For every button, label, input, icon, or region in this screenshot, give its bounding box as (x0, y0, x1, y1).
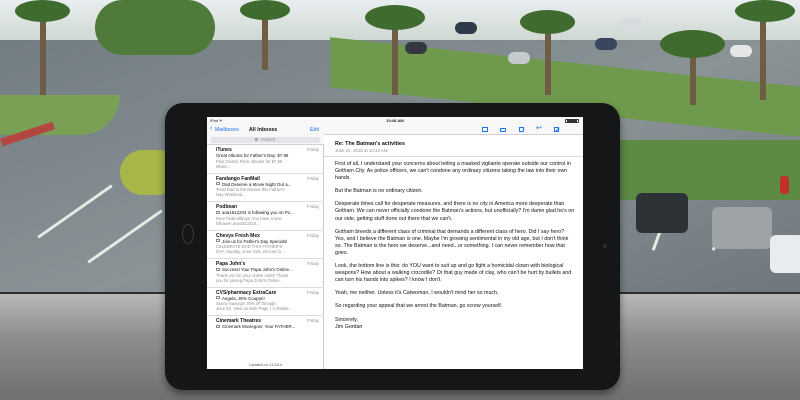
inbox-tray-icon (216, 182, 220, 186)
message-paragraph: But the Batman is no ordinary citizen. (335, 188, 423, 195)
hedge (600, 140, 800, 200)
inbox-title: All Inboxes (249, 127, 278, 133)
message-timestamp: June 22, 2015 at 10:33 AM (335, 147, 388, 153)
palm-fronds (365, 5, 425, 30)
inbox-tray-icon (216, 267, 220, 271)
message-body: First of all, I understand your concerns… (335, 161, 575, 331)
message-list-item[interactable]: Cinemark Theatres Friday Cinemark Movieg… (207, 316, 324, 345)
palm-fronds (240, 0, 290, 20)
message-reader-pane: ↩ Re: The Batman's activities June 22, 2… (324, 124, 583, 369)
tree-cluster (95, 0, 215, 55)
message-paragraph: Desperate times call for desperate measu… (335, 201, 575, 222)
palm-trunk (40, 15, 46, 95)
status-bar: iPad ✈︎ 10:08 AM (207, 117, 583, 124)
parked-car (405, 42, 427, 54)
flag-icon[interactable] (482, 127, 488, 132)
palm-fronds (520, 10, 575, 34)
message-date: Friday (307, 204, 319, 210)
inbox-tray-icon (216, 210, 220, 214)
inbox-tray-icon (216, 296, 220, 300)
palm-trunk (392, 20, 398, 95)
message-list-item[interactable]: iTunes Friday Great Albums for Father's … (207, 145, 324, 174)
message-preview: you for joining Papa John's Online... (216, 277, 283, 283)
message-header: Re: The Batman's activities June 22, 201… (324, 135, 583, 157)
back-chevron-icon[interactable]: ‹ (210, 125, 212, 133)
message-preview: follower! ana1612234... (216, 220, 260, 226)
parked-car (636, 193, 688, 233)
camera-lens (603, 244, 607, 248)
message-sender: Papa John's (216, 261, 246, 267)
message-signature: Jim Gordan (335, 323, 363, 330)
search-bar: Search (207, 135, 324, 145)
message-date: Friday (307, 318, 319, 324)
battery-icon (565, 118, 579, 123)
search-placeholder: Search (261, 137, 276, 143)
palm-fronds (735, 0, 795, 22)
message-preview: DAY, Sunday, June 21st, we love D... (216, 249, 285, 254)
message-sender: Fandango FanMail (216, 175, 260, 182)
ipad-screen: iPad ✈︎ 10:08 AM ‹ Mailboxes All Inboxes… (207, 117, 583, 369)
message-preview: Day Weekend... (216, 192, 246, 197)
inbox-nav-bar: ‹ Mailboxes All Inboxes Edit (207, 124, 324, 135)
fire-hydrant (780, 176, 789, 194)
status-time: 10:08 AM (386, 118, 404, 123)
parked-car (712, 207, 772, 249)
message-sender: Cinemark Theatres (216, 318, 262, 324)
message-list-item[interactable]: CVS/pharmacy ExtraCare Friday Angela, 30… (207, 288, 324, 316)
message-date: Friday (307, 289, 319, 295)
message-subject: Cinemark Moviegoer, Your FATHER... (222, 324, 296, 330)
message-list-item[interactable]: Chevys Fresh Mex Friday Join us for Fath… (207, 231, 324, 259)
home-button-icon[interactable] (182, 224, 194, 244)
message-subject-title: Re: The Batman's activities (335, 141, 405, 147)
message-date: Friday (307, 232, 319, 238)
parked-car (508, 52, 530, 64)
parked-car (455, 22, 477, 34)
message-sender: Chevys Fresh Mex (216, 232, 260, 239)
reply-icon[interactable]: ↩ (536, 125, 542, 133)
message-preview: Music... (216, 163, 231, 169)
message-list-item[interactable]: Fandango FanMail Friday Dad Deserve a Mo… (207, 174, 324, 202)
parked-car (770, 235, 800, 273)
message-sender: CVS/pharmacy ExtraCare (216, 289, 277, 296)
message-toolbar: ↩ (324, 124, 583, 135)
message-paragraph: Yeah, me neither. Unless it's Catwoman, … (335, 290, 499, 297)
message-date: Friday (307, 175, 319, 181)
message-signoff: Sincerely, (335, 316, 358, 323)
message-paragraph: Look, the bottom line is this: do YOU wa… (335, 263, 572, 284)
search-icon (255, 137, 259, 142)
parked-car (620, 18, 642, 30)
message-date: Friday (307, 261, 319, 267)
search-input[interactable]: Search (211, 136, 320, 143)
palm-trunk (545, 25, 551, 95)
inbox-pane: ‹ Mailboxes All Inboxes Edit Search iTun… (207, 124, 324, 369)
message-paragraph: So regarding your appeal that we arrest … (335, 303, 503, 310)
palm-fronds (15, 0, 70, 22)
trash-icon[interactable] (519, 127, 524, 132)
folder-icon[interactable] (500, 127, 506, 132)
parked-car (595, 38, 617, 50)
message-date: Friday (307, 147, 319, 153)
message-paragraph: First of all, I understand your concerns… (335, 161, 571, 182)
parked-car (730, 45, 752, 57)
palm-fronds (660, 30, 725, 58)
message-list-item[interactable]: Podbean Friday ana1612234 is following y… (207, 202, 324, 231)
compose-icon[interactable] (554, 127, 559, 132)
message-sender: iTunes (216, 147, 232, 153)
message-paragraph: Gotham breeds a different class of crimi… (335, 228, 569, 256)
mailboxes-back-button[interactable]: Mailboxes (215, 127, 239, 133)
message-sender: Podbean (216, 204, 238, 210)
palm-trunk (690, 50, 696, 105)
updated-status: Updated on 11/4/14 (248, 363, 283, 367)
message-preview: June 22, View as Web Page | +] Relate... (216, 306, 293, 311)
message-list-item[interactable]: Papa John's Friday Success! Your Papa Jo… (207, 259, 324, 288)
edit-button[interactable]: Edit (310, 127, 319, 133)
inbox-tray-icon (216, 324, 220, 328)
palm-trunk (760, 10, 766, 100)
inbox-tray-icon (216, 239, 220, 243)
